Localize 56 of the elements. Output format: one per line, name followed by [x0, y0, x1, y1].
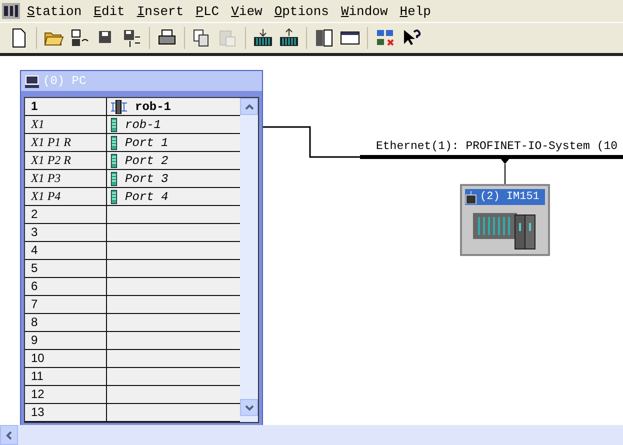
slot-cell: 1 [25, 98, 107, 115]
menu-item[interactable]: Options [269, 4, 334, 18]
menu-item[interactable]: View [226, 4, 268, 18]
slot-cell: X1 P1 R [25, 134, 107, 151]
network-label: Ethernet(1): PROFINET-IO-System (10 [376, 140, 618, 153]
download-icon[interactable] [252, 27, 274, 49]
network-node-icon[interactable] [69, 27, 91, 49]
device-node[interactable]: (2) IM151 [460, 184, 550, 256]
port-icon [111, 172, 117, 186]
slot-cell: 10 [25, 350, 107, 367]
slot-cell: 3 [25, 224, 107, 241]
module-cell: Port 2 [125, 154, 168, 168]
rack-view-icon[interactable] [313, 27, 335, 49]
vertical-scrollbar[interactable] [240, 98, 258, 422]
slot-cell: 9 [25, 332, 107, 349]
scroll-left-icon[interactable] [6, 430, 12, 440]
device-icon [465, 190, 477, 204]
menu-item[interactable]: Help [394, 4, 436, 18]
menu-item[interactable]: Station [22, 4, 87, 18]
module-cell: Port 1 [125, 136, 168, 150]
horizontal-scrollbar[interactable] [0, 425, 623, 445]
module-icon [111, 100, 127, 114]
menu-item[interactable]: Window [336, 4, 393, 18]
app-logo-icon [2, 3, 20, 19]
slot-cell: 12 [25, 386, 107, 403]
slot-cell: 6 [25, 278, 107, 295]
slot-cell: 8 [25, 314, 107, 331]
menu-item[interactable]: PLC [190, 4, 224, 18]
slot-cell: 11 [25, 368, 107, 385]
scroll-up-icon[interactable] [244, 104, 254, 110]
module-cell: rob-1 [125, 118, 162, 132]
module-cell: Port 3 [125, 172, 168, 186]
slot-cell: 2 [25, 206, 107, 223]
port-icon [111, 190, 117, 204]
slot-cell: 5 [25, 260, 107, 277]
upload-icon[interactable] [278, 27, 300, 49]
port-icon [111, 154, 117, 168]
menu-item[interactable]: Insert [132, 4, 189, 18]
pc-icon [25, 74, 39, 88]
slot-cell: X1 P2 R [25, 152, 107, 169]
port-icon [111, 136, 117, 150]
slot-cell: X1 [25, 116, 107, 133]
slot-cell: 13 [25, 404, 107, 421]
menu-item[interactable]: Edit [88, 4, 130, 18]
slot-cell: X1 P3 [25, 170, 107, 187]
module-cell: rob-1 [135, 100, 172, 114]
window-title: (0) PC [43, 74, 86, 88]
slot-cell: 7 [25, 296, 107, 313]
save-compile-icon[interactable] [121, 27, 143, 49]
device-title: (2) IM151 [480, 191, 540, 203]
connector-line [499, 158, 511, 184]
slot-cell: X1 P4 [25, 188, 107, 205]
scroll-down-icon[interactable] [244, 404, 254, 410]
module-cell: Port 4 [125, 190, 168, 204]
port-icon [111, 118, 117, 132]
slot-cell: 4 [25, 242, 107, 259]
